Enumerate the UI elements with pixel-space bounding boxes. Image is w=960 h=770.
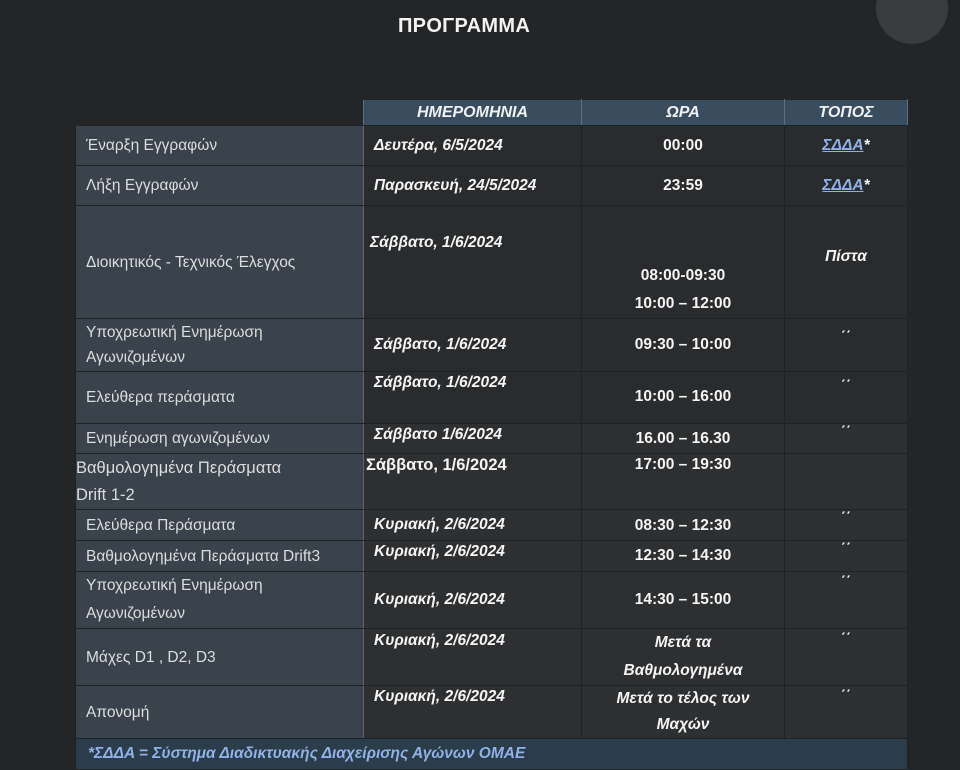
time-line-2: 10:00 – 12:00 bbox=[634, 295, 732, 312]
header-time: ΩΡΑ bbox=[581, 99, 785, 126]
time-cell: 08:00-09:30 10:00 – 12:00 bbox=[581, 205, 785, 319]
date-cell: Σάββατο 1/6/2024 bbox=[363, 423, 582, 454]
table-row: Λήξη Εγγραφών Παρασκευή, 24/5/2024 23:59… bbox=[75, 165, 908, 206]
time-cell: 12:30 – 14:30 bbox=[581, 540, 785, 572]
place-cell: ΄΄ bbox=[784, 540, 908, 572]
event-cell: Διοικητικός - Τεχνικός Έλεγχος bbox=[75, 205, 364, 319]
time-cell: 00:00 bbox=[581, 125, 785, 166]
table-row: Ελεύθερα Περάσματα Κυριακή, 2/6/2024 08:… bbox=[75, 509, 908, 541]
footnote-row: *ΣΔΔΑ = Σύστημα Διαδικτυακής Διαχείρισης… bbox=[75, 738, 908, 770]
table-row: Βαθμολογημένα Περάσματα Drift 1-2 Σάββατ… bbox=[75, 453, 908, 510]
time-cell: 16.00 – 16.30 bbox=[581, 423, 785, 454]
date-cell: Κυριακή, 2/6/2024 bbox=[363, 540, 582, 572]
time-cell: 14:30 – 15:00 bbox=[581, 571, 785, 629]
table-row: Απονομή Κυριακή, 2/6/2024 Μετά το τέλος … bbox=[75, 685, 908, 739]
footnote-text: *ΣΔΔΑ = Σύστημα Διαδικτυακής Διαχείρισης… bbox=[75, 738, 908, 770]
event-line-2: Drift 1-2 bbox=[76, 485, 135, 504]
place-cell: Πίστα bbox=[784, 205, 908, 319]
date-cell: Σάββατο, 1/6/2024 bbox=[363, 318, 582, 372]
table-row: Υποχρεωτική Ενημέρωση Αγωνιζομένων Κυρια… bbox=[75, 571, 908, 629]
header-place: ΤΟΠΟΣ bbox=[784, 99, 908, 126]
event-cell: Υποχρεωτική Ενημέρωση Αγωνιζομένων bbox=[75, 318, 364, 372]
date-cell: Δευτέρα, 6/5/2024 bbox=[363, 125, 582, 166]
event-line-1: Υποχρεωτική Ενημέρωση bbox=[86, 324, 263, 341]
place-cell: ΄΄ bbox=[784, 571, 908, 629]
date-cell: Κυριακή, 2/6/2024 bbox=[363, 509, 582, 541]
place-cell: ΄΄ bbox=[784, 371, 908, 424]
time-cell: Μετά τα Βαθμολογημένα bbox=[581, 628, 785, 686]
place-cell: ΄΄ bbox=[784, 509, 908, 541]
date-cell: Κυριακή, 2/6/2024 bbox=[363, 685, 582, 739]
table-row: Ελεύθερα περάσματα Σάββατο, 1/6/2024 10:… bbox=[75, 371, 908, 424]
event-cell: Ελεύθερα περάσματα bbox=[75, 371, 364, 424]
table-row: Μάχες D1 , D2, D3 Κυριακή, 2/6/2024 Μετά… bbox=[75, 628, 908, 686]
table-row: Έναρξη Εγγραφών Δευτέρα, 6/5/2024 00:00 … bbox=[75, 125, 908, 166]
event-cell: Βαθμολογημένα Περάσματα Drift 1-2 bbox=[75, 453, 364, 510]
schedule-table: ΗΜΕΡΟΜΗΝΙΑ ΩΡΑ ΤΟΠΟΣ Έναρξη Εγγραφών Δευ… bbox=[75, 99, 908, 770]
event-cell: Έναρξη Εγγραφών bbox=[75, 125, 364, 166]
table-row: Υποχρεωτική Ενημέρωση Αγωνιζομένων Σάββα… bbox=[75, 318, 908, 372]
header-empty-cell bbox=[76, 100, 364, 126]
event-cell: Απονομή bbox=[75, 685, 364, 739]
time-cell: 23:59 bbox=[581, 165, 785, 206]
event-line-1: Υποχρεωτική Ενημέρωση bbox=[86, 577, 263, 594]
sdda-link[interactable]: ΣΔΔΑ bbox=[822, 177, 863, 194]
table-row: Ενημέρωση αγωνιζομένων Σάββατο 1/6/2024 … bbox=[75, 423, 908, 454]
place-cell: ΄΄ bbox=[784, 423, 908, 454]
time-line-1: Μετά το τέλος των bbox=[616, 690, 750, 707]
date-cell: Κυριακή, 2/6/2024 bbox=[363, 628, 582, 686]
date-cell: Σάββατο, 1/6/2024 bbox=[363, 371, 582, 424]
event-cell: Μάχες D1 , D2, D3 bbox=[75, 628, 364, 686]
date-cell: Σάββατο, 1/6/2024 bbox=[363, 205, 582, 319]
time-line-2: Βαθμολογημένα bbox=[623, 662, 743, 679]
time-line-1: Μετά τα bbox=[654, 634, 712, 651]
place-cell: ΄΄ bbox=[784, 628, 908, 686]
time-cell: 08:30 – 12:30 bbox=[581, 509, 785, 541]
place-cell bbox=[784, 453, 908, 510]
time-cell: 09:30 – 10:00 bbox=[581, 318, 785, 372]
event-cell: Υποχρεωτική Ενημέρωση Αγωνιζομένων bbox=[75, 571, 364, 629]
time-cell: 10:00 – 16:00 bbox=[581, 371, 785, 424]
place-cell: ΄΄ bbox=[784, 318, 908, 372]
place-cell: ΣΔΔΑ* bbox=[784, 125, 908, 166]
event-cell: Λήξη Εγγραφών bbox=[75, 165, 364, 206]
header-row: ΗΜΕΡΟΜΗΝΙΑ ΩΡΑ ΤΟΠΟΣ bbox=[76, 99, 908, 126]
event-line-2: Αγωνιζομένων bbox=[86, 349, 185, 366]
event-cell: Ενημέρωση αγωνιζομένων bbox=[75, 423, 364, 454]
event-cell: Βαθμολογημένα Περάσματα Drift3 bbox=[75, 540, 364, 572]
time-line-1: 08:00-09:30 bbox=[640, 267, 726, 284]
footnote-star: * bbox=[863, 176, 870, 194]
event-cell: Ελεύθερα Περάσματα bbox=[75, 509, 364, 541]
event-line-2: Αγωνιζομένων bbox=[86, 605, 185, 622]
table-row: Βαθμολογημένα Περάσματα Drift3 Κυριακή, … bbox=[75, 540, 908, 572]
date-cell: Κυριακή, 2/6/2024 bbox=[363, 571, 582, 629]
time-line-2: Μαχών bbox=[656, 716, 710, 733]
footnote-star: * bbox=[863, 136, 870, 154]
table-row: Διοικητικός - Τεχνικός Έλεγχος Σάββατο, … bbox=[75, 205, 908, 319]
time-cell: Μετά το τέλος των Μαχών bbox=[581, 685, 785, 739]
sdda-link[interactable]: ΣΔΔΑ bbox=[822, 137, 863, 154]
place-cell: ΣΔΔΑ* bbox=[784, 165, 908, 206]
date-cell: Σάββατο, 1/6/2024 bbox=[363, 453, 582, 510]
event-line-1: Βαθμολογημένα Περάσματα bbox=[76, 458, 282, 477]
date-cell: Παρασκευή, 24/5/2024 bbox=[363, 165, 582, 206]
page-title: ΠΡΟΓΡΑΜΜΑ bbox=[397, 15, 531, 37]
place-cell: ΄΄ bbox=[784, 685, 908, 739]
header-date: ΗΜΕΡΟΜΗΝΙΑ bbox=[363, 99, 582, 126]
time-cell: 17:00 – 19:30 bbox=[581, 453, 785, 510]
